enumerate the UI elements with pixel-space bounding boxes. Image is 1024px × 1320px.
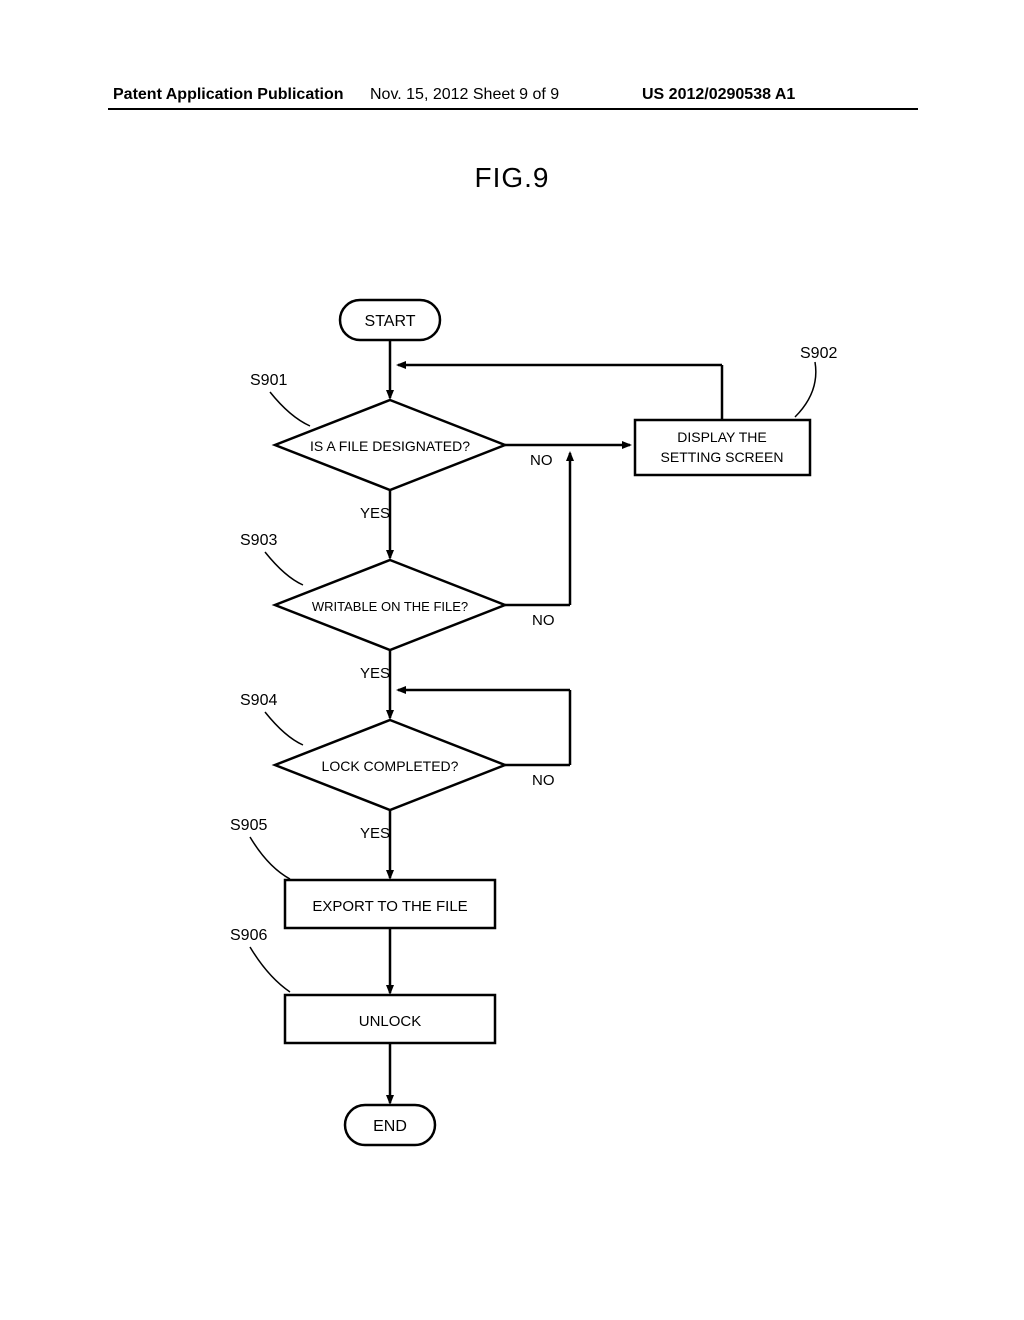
svg-text:END: END — [373, 1118, 407, 1135]
svg-text:S905: S905 — [230, 817, 267, 834]
svg-text:YES: YES — [360, 665, 390, 682]
svg-text:S901: S901 — [250, 372, 287, 389]
svg-text:WRITABLE ON THE FILE?: WRITABLE ON THE FILE? — [312, 599, 468, 614]
header-left: Patent Application Publication — [113, 86, 344, 104]
svg-text:S903: S903 — [240, 532, 277, 549]
header-rule — [108, 108, 918, 110]
svg-text:YES: YES — [360, 505, 390, 522]
svg-text:YES: YES — [360, 825, 390, 842]
header-mid: Nov. 15, 2012 Sheet 9 of 9 — [370, 86, 559, 104]
svg-text:S904: S904 — [240, 692, 277, 709]
svg-text:S902: S902 — [800, 345, 837, 362]
svg-text:NO: NO — [532, 772, 555, 789]
header-right: US 2012/0290538 A1 — [642, 86, 795, 104]
svg-text:NO: NO — [532, 612, 555, 629]
svg-text:DISPLAY THE: DISPLAY THE — [677, 429, 766, 445]
svg-text:S906: S906 — [230, 927, 267, 944]
svg-text:IS A FILE DESIGNATED?: IS A FILE DESIGNATED? — [310, 438, 470, 454]
svg-text:UNLOCK: UNLOCK — [359, 1013, 422, 1030]
flowchart: START S901 IS A FILE DESIGNATED? NO S902… — [100, 280, 920, 1200]
svg-text:NO: NO — [530, 452, 553, 469]
figure-title: FIG.9 — [0, 162, 1024, 194]
svg-text:EXPORT TO THE FILE: EXPORT TO THE FILE — [312, 898, 467, 915]
svg-text:LOCK COMPLETED?: LOCK COMPLETED? — [322, 758, 459, 774]
svg-text:SETTING SCREEN: SETTING SCREEN — [661, 449, 784, 465]
svg-text:START: START — [365, 313, 416, 330]
